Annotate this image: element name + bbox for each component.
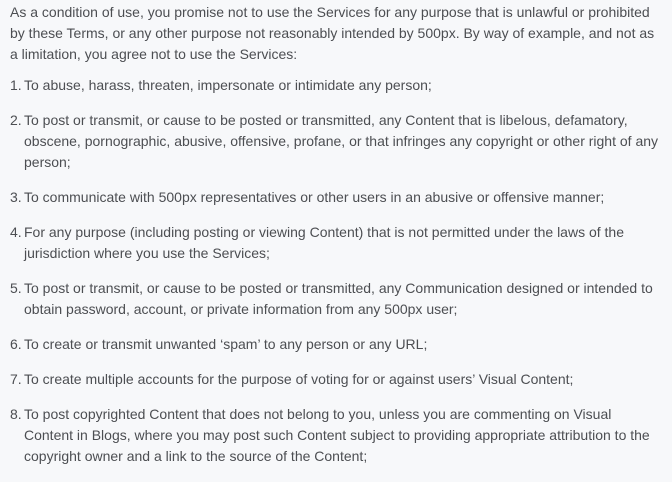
prohibited-uses-list: 1. To abuse, harass, threaten, impersona… <box>10 75 662 467</box>
list-item: 6. To create or transmit unwanted ‘spam’… <box>10 334 662 355</box>
list-item-text: To communicate with 500px representative… <box>24 189 605 205</box>
list-item-number: 1. <box>10 77 22 93</box>
list-item-text: To abuse, harass, threaten, impersonate … <box>24 77 432 93</box>
list-item-number: 7. <box>10 371 22 387</box>
list-item-text: To post or transmit, or cause to be post… <box>24 112 659 170</box>
list-item: 3. To communicate with 500px representat… <box>10 187 662 208</box>
list-item-number: 5. <box>10 280 22 296</box>
list-item-number: 8. <box>10 406 22 422</box>
list-item-number: 4. <box>10 224 22 240</box>
list-item: 2. To post or transmit, or cause to be p… <box>10 110 662 173</box>
list-item-text: For any purpose (including posting or vi… <box>24 224 624 261</box>
list-item: 7. To create multiple accounts for the p… <box>10 369 662 390</box>
list-item-number: 2. <box>10 112 22 128</box>
list-item-text: To post copyrighted Content that does no… <box>24 406 650 464</box>
intro-paragraph: As a condition of use, you promise not t… <box>10 4 655 62</box>
list-item: 5. To post or transmit, or cause to be p… <box>10 278 662 320</box>
list-item-text: To create or transmit unwanted ‘spam’ to… <box>24 336 428 352</box>
list-item: 8. To post copyrighted Content that does… <box>10 404 662 467</box>
list-item-text: To post or transmit, or cause to be post… <box>24 280 653 317</box>
terms-page: As a condition of use, you promise not t… <box>0 0 672 482</box>
list-item-number: 6. <box>10 336 22 352</box>
list-item: 1. To abuse, harass, threaten, impersona… <box>10 75 662 96</box>
list-item-text: To create multiple accounts for the purp… <box>24 371 574 387</box>
list-item-number: 3. <box>10 189 22 205</box>
list-item: 4. For any purpose (including posting or… <box>10 222 662 264</box>
